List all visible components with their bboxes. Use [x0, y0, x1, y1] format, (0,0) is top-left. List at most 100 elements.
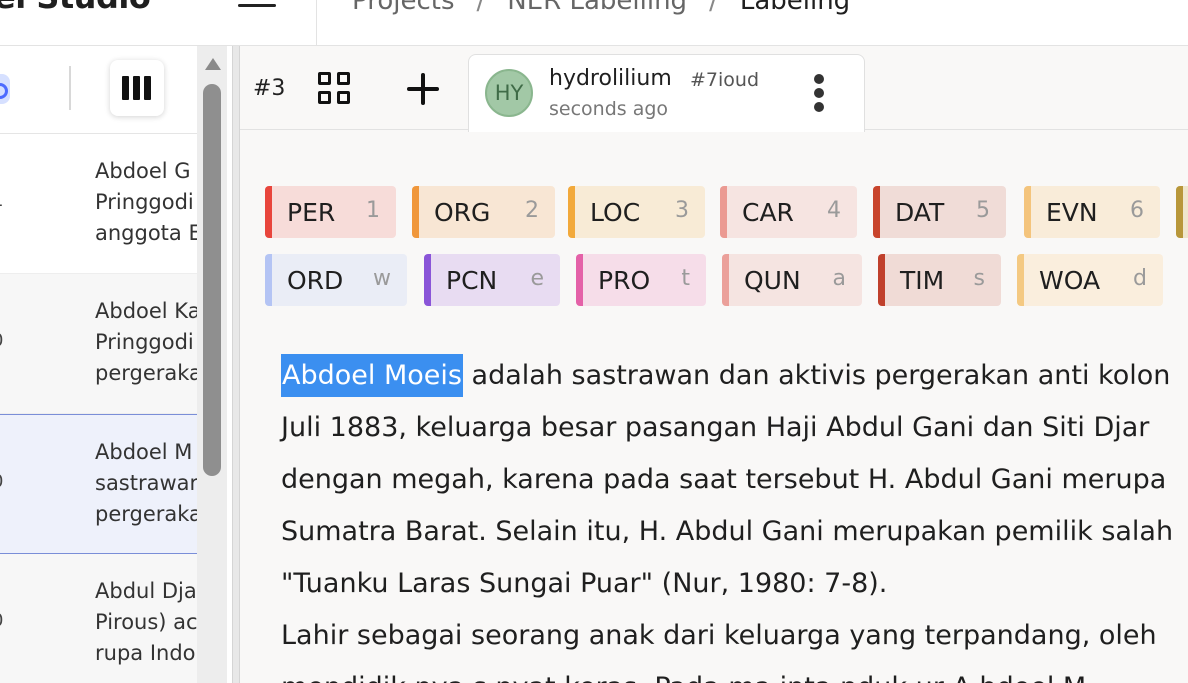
document-line: dengan megah, karena pada saat tersebut …	[281, 464, 1167, 495]
label-woa[interactable]: WOA d	[1017, 254, 1163, 306]
document-line: Lahir sebagai seorang anak dari keluarga…	[281, 620, 1157, 651]
label-hotkey: w	[373, 266, 391, 291]
label-name: LOC	[590, 197, 641, 227]
add-annotation-icon[interactable]	[407, 73, 439, 105]
label-name: PER	[287, 197, 336, 227]
label-dat[interactable]: DAT 5	[873, 186, 1006, 238]
label-tim[interactable]: TIM s	[878, 254, 1001, 306]
label-org[interactable]: ORG 2	[412, 186, 555, 238]
task-list-item[interactable]: 1Abdoel GPringgodianggota E	[0, 134, 202, 274]
document-text-span: adalah sastrawan dan aktivis pergerakan …	[462, 360, 1171, 391]
label-hotkey: t	[681, 266, 690, 291]
breadcrumb-separator: /	[709, 0, 718, 16]
task-list-scrollbar[interactable]	[197, 46, 227, 683]
task-list-item[interactable]: 0Abdul DjaPirous) acrupa Indo	[0, 554, 200, 683]
annotation-time: seconds ago	[549, 98, 669, 120]
label-color-bar	[878, 254, 885, 306]
label-partial[interactable]	[1176, 186, 1188, 238]
labeling-panel: #3 HY hydrolilium #7ioud seconds ago PER…	[240, 46, 1188, 683]
annotation-tab-bar: #3 HY hydrolilium #7ioud seconds ago	[240, 46, 1188, 132]
columns-view-button[interactable]	[110, 60, 164, 116]
label-color-bar	[1024, 186, 1031, 238]
label-pcn[interactable]: PCN e	[424, 254, 560, 306]
label-car[interactable]: CAR 4	[720, 186, 857, 238]
label-name: ORG	[434, 197, 491, 227]
label-name: TIM	[900, 265, 945, 295]
label-hotkey: 3	[675, 198, 689, 223]
task-cell-value: 0	[0, 610, 3, 631]
scroll-thumb[interactable]	[203, 84, 221, 476]
label-per[interactable]: PER 1	[265, 186, 396, 238]
task-number: #3	[253, 76, 286, 101]
task-list-panel: 1Abdoel GPringgodianggota E0Abdoel KaPri…	[0, 46, 232, 683]
task-cell-value: 1	[0, 190, 3, 211]
task-list: 1Abdoel GPringgodianggota E0Abdoel KaPri…	[0, 134, 202, 683]
task-cell-value: 0	[0, 330, 3, 351]
label-color-bar	[265, 186, 272, 238]
label-name: EVN	[1046, 197, 1098, 227]
label-hotkey: s	[973, 266, 985, 291]
labeling-app: el Studio Projects / NER Labelling / Labelin…	[0, 0, 1188, 683]
label-color-bar	[1176, 186, 1183, 238]
panel-splitter[interactable]	[232, 46, 240, 683]
label-row: ORD w PCN e PRO t QUN a TIM s WOA d	[265, 254, 1188, 322]
label-color-bar	[568, 186, 575, 238]
label-name: DAT	[895, 197, 945, 227]
label-evn[interactable]: EVN 6	[1024, 186, 1160, 238]
label-name: CAR	[742, 197, 794, 227]
task-cell-value: 0	[0, 471, 3, 492]
label-name: ORD	[287, 265, 344, 295]
app-brand[interactable]: el Studio	[0, 0, 151, 16]
document-line: Juli 1883, keluarga besar pasangan Haji …	[281, 412, 1150, 443]
task-list-item[interactable]: 0Abdoel KaPringgodipergeraka	[0, 274, 202, 414]
label-row: PER 1 ORG 2 LOC 3 CAR 4 DAT 5 EVN 6	[265, 186, 1188, 254]
toolbar-divider	[69, 66, 71, 110]
filter-icon[interactable]	[0, 74, 10, 104]
label-name: WOA	[1039, 265, 1101, 295]
label-color-bar	[873, 186, 880, 238]
document-line: Abdoel Moeis adalah sastrawan dan aktivi…	[281, 350, 1188, 402]
label-color-bar	[576, 254, 583, 306]
top-bar: el Studio Projects / NER Labelling / Labelin…	[0, 0, 1188, 46]
document-line: "Tuanku Laras Sungai Puar" (Nur, 1980: 7…	[281, 568, 888, 599]
annotator-name: hydrolilium	[549, 66, 672, 91]
label-name: PCN	[446, 265, 498, 295]
annotation-id: #7ioud	[690, 69, 760, 91]
label-color-bar	[722, 254, 729, 306]
label-hotkey: 2	[525, 198, 539, 223]
task-list-item[interactable]: 0Abdoel Msastrawarpergeraka	[0, 414, 202, 554]
breadcrumb-project[interactable]: NER Labelling	[507, 0, 687, 16]
menu-icon[interactable]	[238, 0, 276, 16]
more-options-icon[interactable]	[814, 74, 826, 114]
label-color-bar	[412, 186, 419, 238]
label-name: PRO	[598, 265, 651, 295]
label-color-bar	[265, 254, 272, 306]
label-loc[interactable]: LOC 3	[568, 186, 705, 238]
document-line: mendidik nya s nyat keras. Pada ma inta …	[281, 662, 1188, 683]
breadcrumb-projects[interactable]: Projects	[352, 0, 455, 16]
label-palette: PER 1 ORG 2 LOC 3 CAR 4 DAT 5 EVN 6 ORD w PCN e PRO t QUN a…	[265, 186, 1188, 322]
label-hotkey: 4	[827, 198, 841, 223]
label-hotkey: 5	[976, 198, 990, 223]
entity-highlight[interactable]: Abdoel Moeis	[281, 354, 463, 397]
label-hotkey: e	[530, 266, 544, 291]
annotation-tab[interactable]: HY hydrolilium #7ioud seconds ago	[468, 54, 865, 132]
label-qun[interactable]: QUN a	[722, 254, 862, 306]
label-ord[interactable]: ORD w	[265, 254, 407, 306]
breadcrumb-current: Labeling	[739, 0, 851, 16]
label-color-bar	[424, 254, 431, 306]
label-pro[interactable]: PRO t	[576, 254, 706, 306]
label-color-bar	[1017, 254, 1024, 306]
breadcrumb: Projects / NER Labelling / Labeling	[352, 0, 850, 16]
label-color-bar	[720, 186, 727, 238]
label-name: QUN	[744, 265, 801, 295]
label-hotkey: a	[832, 266, 846, 291]
document-line: Sumatra Barat. Selain itu, H. Abdul Gani…	[281, 516, 1174, 547]
scroll-up-arrow-icon[interactable]	[205, 58, 221, 70]
document-text[interactable]: Abdoel Moeis adalah sastrawan dan aktivi…	[281, 350, 1188, 683]
breadcrumb-separator: /	[476, 0, 486, 16]
label-hotkey: 1	[366, 198, 380, 223]
task-list-toolbar	[0, 46, 200, 134]
grid-view-icon[interactable]	[318, 72, 352, 106]
label-hotkey: d	[1133, 266, 1147, 291]
